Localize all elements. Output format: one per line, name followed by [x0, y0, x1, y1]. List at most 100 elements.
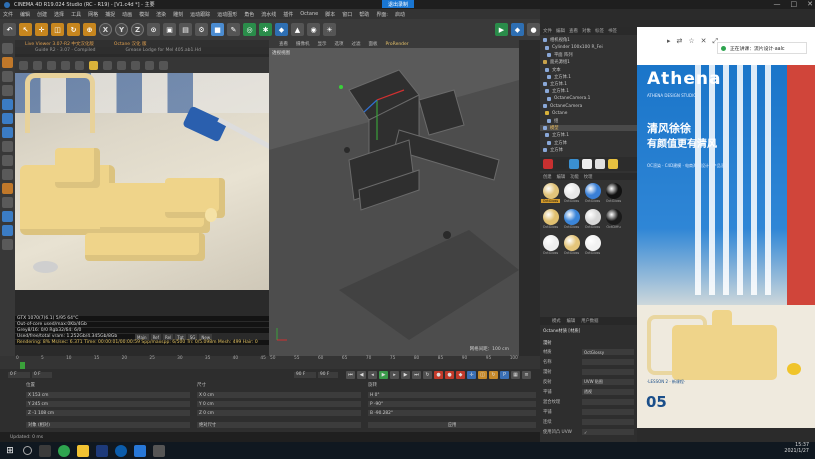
coord-system-icon[interactable]: ⊙	[147, 23, 160, 36]
pos-y-field[interactable]: Y 245 cm	[26, 401, 190, 407]
light-icon[interactable]: ☀	[323, 23, 336, 36]
search-icon[interactable]	[23, 446, 32, 455]
live-notification[interactable]: 正在讲课：流片设计·aalc	[717, 42, 807, 54]
move-icon[interactable]: ✛	[35, 23, 48, 36]
restart-icon[interactable]	[33, 60, 42, 70]
material-menu-item[interactable]: 创建	[543, 174, 552, 180]
settings-icon[interactable]	[75, 60, 84, 70]
record-button[interactable]: ●	[434, 370, 443, 379]
scale-key-button[interactable]: ◫	[478, 370, 487, 379]
material-swatch[interactable]: OctGloss	[583, 235, 602, 259]
material-swatch[interactable]: OctGloss	[583, 209, 602, 233]
menu-item[interactable]: 模拟	[139, 11, 149, 18]
texture-mode-icon[interactable]	[2, 71, 13, 82]
browser-icon[interactable]	[58, 444, 70, 457]
pos-z-field[interactable]: Z -1 108 cm	[26, 410, 190, 416]
attribute-value[interactable]: ✓	[582, 429, 634, 435]
object-row[interactable]: Cylinder 100x100 R_Fei	[540, 44, 637, 51]
play-button[interactable]: ▶	[379, 370, 388, 379]
tweak-icon[interactable]	[2, 155, 13, 166]
menu-item[interactable]: 雕刻	[173, 11, 183, 18]
windows-start-icon[interactable]: ⊞	[4, 445, 16, 457]
object-manager-tab[interactable]: 文件	[543, 28, 552, 34]
object-manager-tab[interactable]: 查看	[569, 28, 578, 34]
material-swatch[interactable]: OctGloss	[541, 183, 560, 207]
menu-item[interactable]: 帮助	[359, 11, 369, 18]
lock-icon[interactable]	[89, 60, 98, 70]
scale-icon[interactable]: ◫	[51, 23, 64, 36]
material-swatch[interactable]: OctGloss	[562, 235, 581, 259]
menu-item[interactable]: 运动跟踪	[190, 11, 210, 18]
material-swatch[interactable]: OctGloss	[562, 209, 581, 233]
next-key-button[interactable]: ▶	[401, 370, 410, 379]
pos-x-field[interactable]: X 153 cm	[26, 392, 190, 398]
attribute-value[interactable]	[582, 369, 634, 375]
model-mode-icon[interactable]	[2, 57, 13, 68]
cube-icon[interactable]: ■	[211, 23, 224, 36]
attribute-value[interactable]: UVW 贴图	[582, 379, 634, 385]
rot-p-field[interactable]: P -90°	[368, 401, 536, 407]
size-mode-select[interactable]: 绝对尺寸	[197, 422, 361, 428]
material-swatch[interactable]: OctGloss	[562, 183, 581, 207]
object-row[interactable]: 立方体.1	[540, 74, 637, 81]
material-menu-item[interactable]: 编辑	[557, 174, 566, 180]
rot-b-field[interactable]: B -90.282°	[368, 410, 536, 416]
attr-tab-mode[interactable]: 模式	[552, 318, 561, 324]
attribute-value[interactable]	[582, 409, 634, 415]
minimize-button[interactable]: —	[774, 0, 781, 8]
material-swatch[interactable]: OctGloss	[604, 183, 623, 207]
object-manager-tab[interactable]: 对象	[582, 28, 591, 34]
x-axis-icon[interactable]: X	[99, 23, 112, 36]
menu-item[interactable]: 插件	[283, 11, 293, 18]
make-editable-icon[interactable]	[2, 43, 13, 54]
region-icon[interactable]	[103, 60, 112, 70]
swap-icon[interactable]: ⇄	[677, 37, 683, 46]
undo-icon[interactable]: ↶	[3, 23, 16, 36]
rotate-icon[interactable]: ↻	[67, 23, 80, 36]
object-row[interactable]: 相机视角1	[540, 37, 637, 44]
menu-item[interactable]: 网格	[88, 11, 98, 18]
object-row[interactable]: 立方体	[540, 147, 637, 154]
render-preview[interactable]	[15, 73, 269, 290]
material-swatch[interactable]: OctGloss	[541, 235, 560, 259]
prev-key-button[interactable]: ◀	[357, 370, 366, 379]
playhead[interactable]	[20, 362, 25, 369]
cinema4d-icon[interactable]	[115, 444, 127, 457]
timeline[interactable]: 0 5 10 15 20 25 30 35 40 45 50 55 60 65 70 75 80 85 90 95 1…	[0, 356, 540, 369]
pause-icon[interactable]	[47, 60, 56, 70]
workplane-lock-icon[interactable]	[2, 197, 13, 208]
octane-red-icon[interactable]	[543, 159, 553, 169]
camera-icon[interactable]: ◉	[307, 23, 320, 36]
render-picture-icon[interactable]: ▤	[179, 23, 192, 36]
channel-icon[interactable]	[159, 60, 168, 70]
object-manager-tab[interactable]: 书签	[608, 28, 617, 34]
material-swatch[interactable]: OctDiffu	[604, 209, 623, 233]
app-icon-3[interactable]	[153, 444, 165, 457]
octane-white-icon[interactable]	[582, 159, 592, 169]
material-menu-item[interactable]: 功能	[570, 174, 579, 180]
photoshop-icon[interactable]	[96, 444, 108, 457]
octane-dark-icon[interactable]	[556, 159, 566, 169]
attribute-value[interactable]	[582, 399, 634, 405]
menu-item[interactable]: 界面:	[376, 11, 388, 18]
menu-item[interactable]: 工具	[71, 11, 81, 18]
close-button[interactable]: ✕	[807, 0, 813, 8]
snap-icon[interactable]	[2, 169, 13, 180]
star-icon[interactable]: ☆	[688, 37, 694, 46]
attribute-value[interactable]: 透视	[582, 389, 634, 395]
menu-item[interactable]: 动画	[122, 11, 132, 18]
object-row[interactable]: 立方体.1	[540, 88, 637, 95]
axis-mode-icon[interactable]	[2, 141, 13, 152]
stop-icon[interactable]	[61, 60, 70, 70]
menu-item[interactable]: Octane	[300, 11, 318, 17]
object-row[interactable]: Octane	[540, 110, 637, 117]
point-mode-icon[interactable]	[2, 99, 13, 110]
size-x-field[interactable]: X 0 cm	[197, 392, 361, 398]
sculpt-icon[interactable]	[2, 225, 13, 236]
app-icon-2[interactable]	[134, 444, 146, 457]
menu-item[interactable]: 选择	[54, 11, 64, 18]
octane-sun-icon[interactable]	[608, 159, 618, 169]
deformer-icon[interactable]: ◆	[275, 23, 288, 36]
material-menu-item[interactable]: 纹理	[584, 174, 593, 180]
octane-live-icon[interactable]: ▶	[495, 23, 508, 36]
